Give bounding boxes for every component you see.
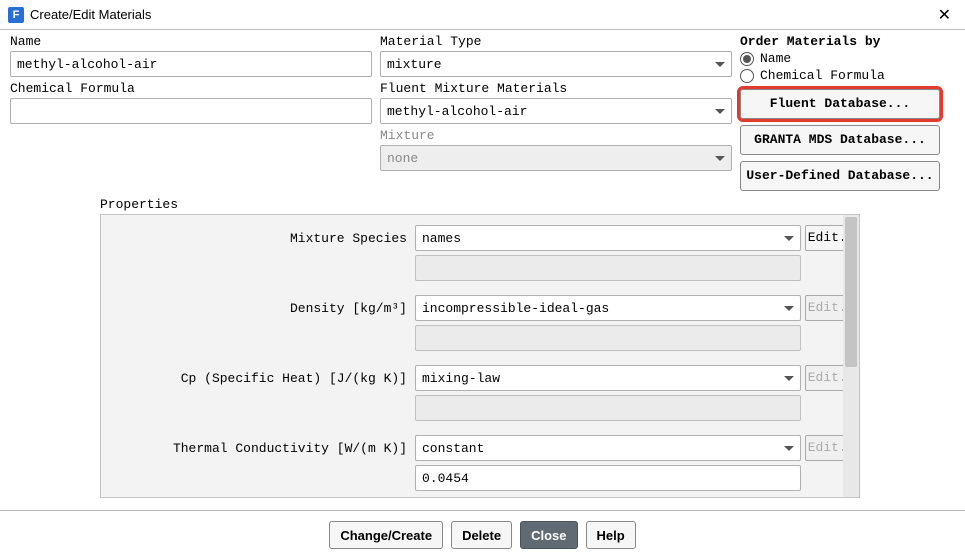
chevron-down-icon — [715, 62, 725, 67]
prop-species-value-input — [415, 255, 801, 281]
chevron-down-icon — [784, 306, 794, 311]
radio-label-name: Name — [760, 51, 791, 66]
mixture-value: none — [387, 151, 418, 166]
radio-order-formula[interactable]: Chemical Formula — [740, 68, 962, 83]
prop-density-value-input — [415, 325, 801, 351]
radio-icon — [740, 52, 754, 66]
material-type-select[interactable]: mixture — [380, 51, 732, 77]
prop-species-method[interactable]: names — [415, 225, 801, 251]
name-input[interactable] — [10, 51, 372, 77]
fluent-mixture-label: Fluent Mixture Materials — [380, 81, 732, 96]
chevron-down-icon — [784, 376, 794, 381]
chevron-down-icon — [715, 109, 725, 114]
radio-label-formula: Chemical Formula — [760, 68, 885, 83]
close-icon[interactable]: ✕ — [932, 5, 957, 25]
prop-kcond-label: Thermal Conductivity [W/(m K)] — [111, 441, 411, 456]
prop-cp-label: Cp (Specific Heat) [J/(kg K)] — [111, 371, 411, 386]
delete-button[interactable]: Delete — [451, 521, 512, 549]
change-create-button[interactable]: Change/Create — [329, 521, 443, 549]
titlebar: F Create/Edit Materials ✕ — [0, 0, 965, 30]
prop-species-label: Mixture Species — [111, 231, 411, 246]
material-type-label: Material Type — [380, 34, 732, 49]
properties-box: Mixture Species names Edit... Density [k… — [100, 214, 860, 498]
prop-kcond-value-input[interactable] — [415, 465, 801, 491]
fluent-mixture-value: methyl-alcohol-air — [387, 104, 527, 119]
prop-density-method[interactable]: incompressible-ideal-gas — [415, 295, 801, 321]
col-order-by: Order Materials by Name Chemical Formula… — [736, 34, 965, 191]
scroll-thumb[interactable] — [845, 217, 857, 367]
mixture-label: Mixture — [380, 128, 732, 143]
chevron-down-icon — [715, 156, 725, 161]
material-type-value: mixture — [387, 57, 442, 72]
chemical-formula-label: Chemical Formula — [10, 81, 372, 96]
order-by-label: Order Materials by — [740, 34, 962, 49]
fluent-database-button[interactable]: Fluent Database... — [740, 89, 940, 119]
footer-buttons: Change/Create Delete Close Help — [0, 510, 965, 559]
col-name-formula: Name Chemical Formula — [6, 34, 376, 191]
granta-database-button[interactable]: GRANTA MDS Database... — [740, 125, 940, 155]
top-form: Name Chemical Formula Material Type mixt… — [0, 30, 965, 191]
prop-kcond-method[interactable]: constant — [415, 435, 801, 461]
properties-section: Properties Mixture Species names Edit...… — [100, 197, 860, 498]
properties-label: Properties — [100, 197, 860, 212]
titlebar-title: Create/Edit Materials — [30, 7, 932, 22]
mixture-select: none — [380, 145, 732, 171]
prop-species-method-value: names — [422, 231, 461, 246]
col-material-type: Material Type mixture Fluent Mixture Mat… — [376, 34, 736, 191]
close-button[interactable]: Close — [520, 521, 577, 549]
chevron-down-icon — [784, 446, 794, 451]
prop-density-label: Density [kg/m³] — [111, 301, 411, 316]
prop-cp-method[interactable]: mixing-law — [415, 365, 801, 391]
prop-density-method-value: incompressible-ideal-gas — [422, 301, 609, 316]
user-database-button[interactable]: User-Defined Database... — [740, 161, 940, 191]
name-label: Name — [10, 34, 372, 49]
properties-scrollbar[interactable] — [843, 215, 859, 497]
prop-kcond-method-value: constant — [422, 441, 484, 456]
fluent-mixture-select[interactable]: methyl-alcohol-air — [380, 98, 732, 124]
chemical-formula-input[interactable] — [10, 98, 372, 124]
app-icon: F — [8, 7, 24, 23]
radio-icon — [740, 69, 754, 83]
help-button[interactable]: Help — [586, 521, 636, 549]
prop-cp-value-input — [415, 395, 801, 421]
radio-order-name[interactable]: Name — [740, 51, 962, 66]
chevron-down-icon — [784, 236, 794, 241]
prop-cp-method-value: mixing-law — [422, 371, 500, 386]
